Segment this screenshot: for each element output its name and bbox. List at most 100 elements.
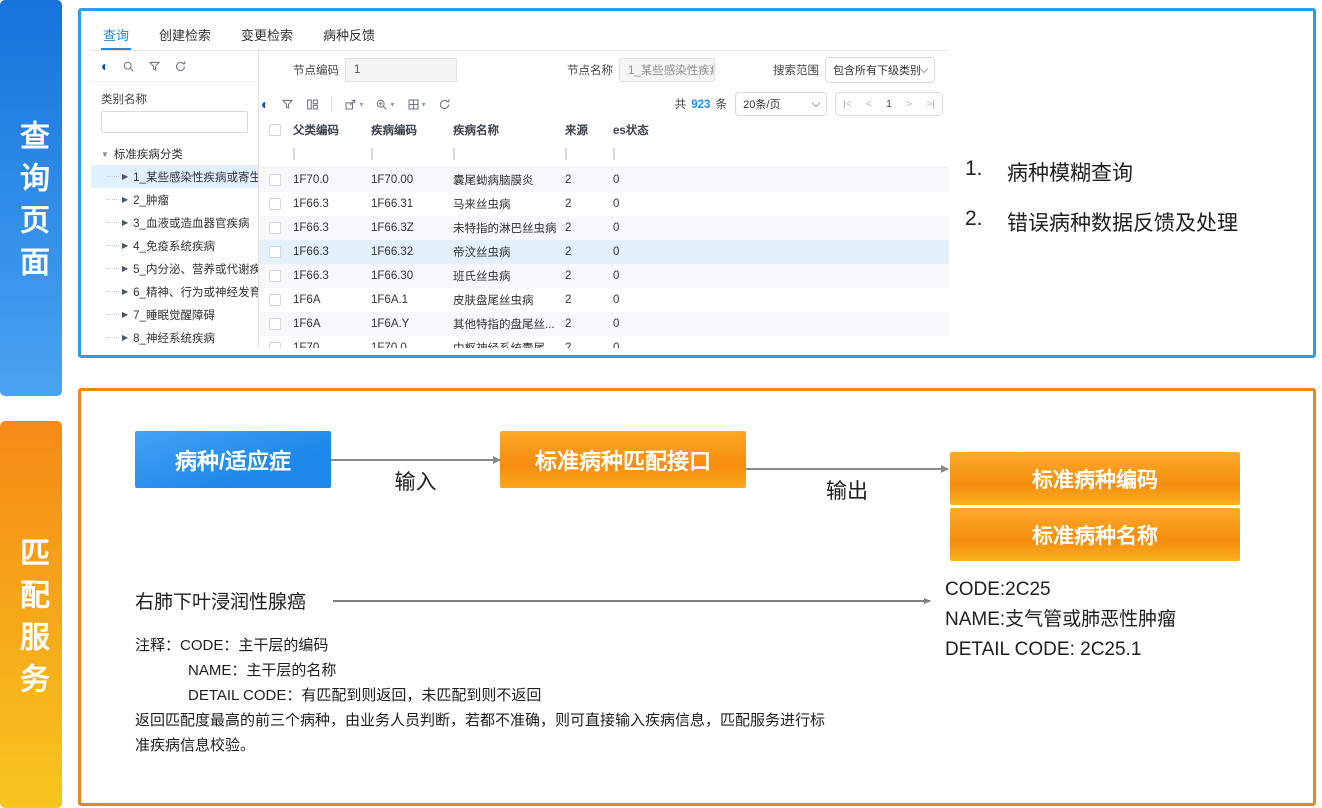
arrow-line (331, 459, 500, 461)
col-header-disease-name: 疾病名称 (451, 122, 563, 138)
table-header-row: 父类编码 疾病编码 疾病名称 来源 es状态 (259, 119, 949, 141)
tree-item[interactable]: ▶7_睡眠觉醒障碍 (91, 303, 258, 326)
tree-root[interactable]: ▼ 标准疾病分类 (91, 143, 258, 165)
table-toolbar: ◐ ▾ ▾ ▾ (259, 89, 949, 119)
row-checkbox[interactable] (269, 174, 281, 186)
result-detail-code: DETAIL CODE: 2C25.1 (945, 635, 1176, 665)
tree-item-label: 2_肿瘤 (133, 192, 169, 208)
tab[interactable]: 创建检索 (157, 21, 213, 50)
chevron-right-icon[interactable]: ▶ (122, 172, 128, 181)
table-cell: 班氏丝虫病 (451, 268, 563, 284)
search-scope-select[interactable]: 包含所有下级类别 (825, 57, 935, 83)
page-number[interactable]: 1 (879, 98, 899, 110)
select-all-checkbox[interactable] (269, 124, 281, 136)
export-button[interactable]: ▾ (344, 98, 363, 111)
result-code: CODE:2C25 (945, 575, 1176, 605)
tree-item[interactable]: ▶ 2_肿瘤 (91, 188, 258, 211)
filter-input[interactable] (453, 148, 455, 160)
chevron-right-icon[interactable]: ▶ (122, 310, 128, 319)
row-checkbox[interactable] (269, 270, 281, 282)
pager-button[interactable]: |< (836, 98, 859, 110)
tab[interactable]: 查询 (101, 21, 131, 50)
table-row[interactable]: 1F70.01F70.00囊尾蚴病脑膜炎20 (259, 168, 949, 192)
table-row[interactable]: 1F66.31F66.30班氏丝虫病20 (259, 264, 949, 288)
refresh-icon[interactable] (174, 60, 187, 73)
node-code-input[interactable]: 1 (345, 58, 457, 82)
table-cell: 其他特指的盘尾丝... (451, 316, 563, 332)
table-row[interactable]: 1F66.31F66.31马来丝虫病20 (259, 192, 949, 216)
chevron-right-icon[interactable]: ▶ (122, 264, 128, 273)
row-checkbox[interactable] (269, 294, 281, 306)
chevron-right-icon[interactable]: ▶ (122, 287, 128, 296)
tree-connector (107, 291, 119, 292)
table-row[interactable]: 1F66.31F66.3Z未特指的淋巴丝虫病20 (259, 216, 949, 240)
tab[interactable]: 病种反馈 (321, 21, 377, 50)
tree-item[interactable]: ▶3_血液或造血器官疾病 (91, 211, 258, 234)
table-row[interactable]: 1F6A1F6A.1皮肤盘尾丝虫病20 (259, 288, 949, 312)
tree-item[interactable]: ▶8_神经系统疾病 (91, 326, 258, 347)
category-name-input[interactable] (101, 111, 248, 133)
columns-icon[interactable] (306, 98, 319, 111)
table-cell: 2 (563, 342, 611, 348)
filter-input[interactable] (565, 148, 567, 160)
filter-input[interactable] (371, 148, 373, 160)
table-row[interactable]: 1F6A1F6A.Y其他特指的盘尾丝...20 (259, 312, 949, 336)
table-cell: 1F6A (291, 318, 369, 330)
table-cell: 皮肤盘尾丝虫病 (451, 292, 563, 308)
row-checkbox[interactable] (269, 318, 281, 330)
col-header-source: 来源 (563, 122, 611, 138)
chevron-right-icon[interactable]: ▶ (122, 218, 128, 227)
pager-button[interactable]: >| (919, 98, 942, 110)
tree-item-label: 1_某些感染性疾病或寄生 (133, 169, 258, 185)
chevron-down-icon[interactable]: ▼ (101, 150, 109, 159)
row-checkbox[interactable] (269, 246, 281, 258)
flow-output-code-box: 标准病种编码 (950, 452, 1240, 505)
chevron-right-icon[interactable]: ▶ (122, 195, 128, 204)
note-line: DETAIL CODE：有匹配到则返回，未匹配到则不返回 (135, 683, 835, 708)
row-checkbox[interactable] (269, 222, 281, 234)
tree-item[interactable]: ▶4_免疫系统疾病 (91, 234, 258, 257)
tree-connector (107, 268, 119, 269)
toggle-icon[interactable]: ◐ (101, 59, 109, 73)
table-cell: 1F70 (291, 342, 369, 348)
toggle-icon[interactable]: ◐ (261, 97, 269, 111)
tree-item[interactable]: ▶5_内分泌、营养或代谢疾 (91, 257, 258, 280)
flow-interface-box: 标准病种匹配接口 (500, 431, 746, 488)
filter-input[interactable] (293, 148, 295, 160)
pager-button[interactable]: < (859, 98, 879, 110)
table-cell: 0 (611, 174, 949, 186)
table-cell: 中枢神经系统囊尾... (451, 340, 563, 348)
result-area: 节点编码 1 节点名称 1_某些感染性疾病... 搜索范围 包含所有下级类别 ◐ (259, 51, 949, 347)
chevron-down-icon (920, 64, 928, 72)
chevron-right-icon[interactable]: ▶ (122, 333, 128, 342)
filter-icon[interactable] (281, 98, 294, 111)
disease-table: 父类编码 疾病编码 疾病名称 来源 es状态 1F70.01F (259, 119, 949, 347)
zoom-search-button[interactable]: ▾ (375, 98, 394, 111)
page-size-value: 20条/页 (743, 96, 780, 112)
tab[interactable]: 变更检索 (239, 21, 295, 50)
note-line: NAME：主干层的名称 (135, 658, 835, 683)
tree-item[interactable]: ▶6_精神、行为或神经发育 (91, 280, 258, 303)
filter-icon[interactable] (148, 60, 161, 73)
tree-items: ▶1_某些感染性疾病或寄生▶2_肿瘤▶3_血液或造血器官疾病▶4_免疫系统疾病▶… (91, 165, 258, 347)
filter-input[interactable] (613, 148, 615, 160)
row-checkbox[interactable] (269, 198, 281, 210)
grid-view-button[interactable]: ▾ (407, 98, 426, 111)
tab-bar: 查询创建检索变更检索病种反馈 (91, 21, 949, 51)
table-cell: 1F66.30 (369, 270, 451, 282)
page-size-select[interactable]: 20条/页 (735, 92, 827, 116)
table-row[interactable]: 1F701F70.0中枢神经系统囊尾...20 (259, 336, 949, 348)
table-cell: 2 (563, 318, 611, 330)
zoom-icon (375, 98, 388, 111)
search-icon[interactable] (122, 60, 135, 73)
annotation-text: 错误病种数据反馈及处理 (1007, 207, 1238, 237)
refresh-icon[interactable] (438, 98, 451, 111)
annotation-list: 1.病种模糊查询2.错误病种数据反馈及处理 (965, 157, 1238, 257)
annotation-number: 2. (965, 207, 1007, 237)
table-row[interactable]: 1F66.31F66.32帝汶丝虫病20 (259, 240, 949, 264)
pager-button[interactable]: > (899, 98, 919, 110)
row-checkbox[interactable] (269, 342, 281, 348)
chevron-right-icon[interactable]: ▶ (122, 241, 128, 250)
node-name-input[interactable]: 1_某些感染性疾病... (619, 58, 715, 82)
tree-item[interactable]: ▶ 1_某些感染性疾病或寄生 (91, 165, 258, 188)
